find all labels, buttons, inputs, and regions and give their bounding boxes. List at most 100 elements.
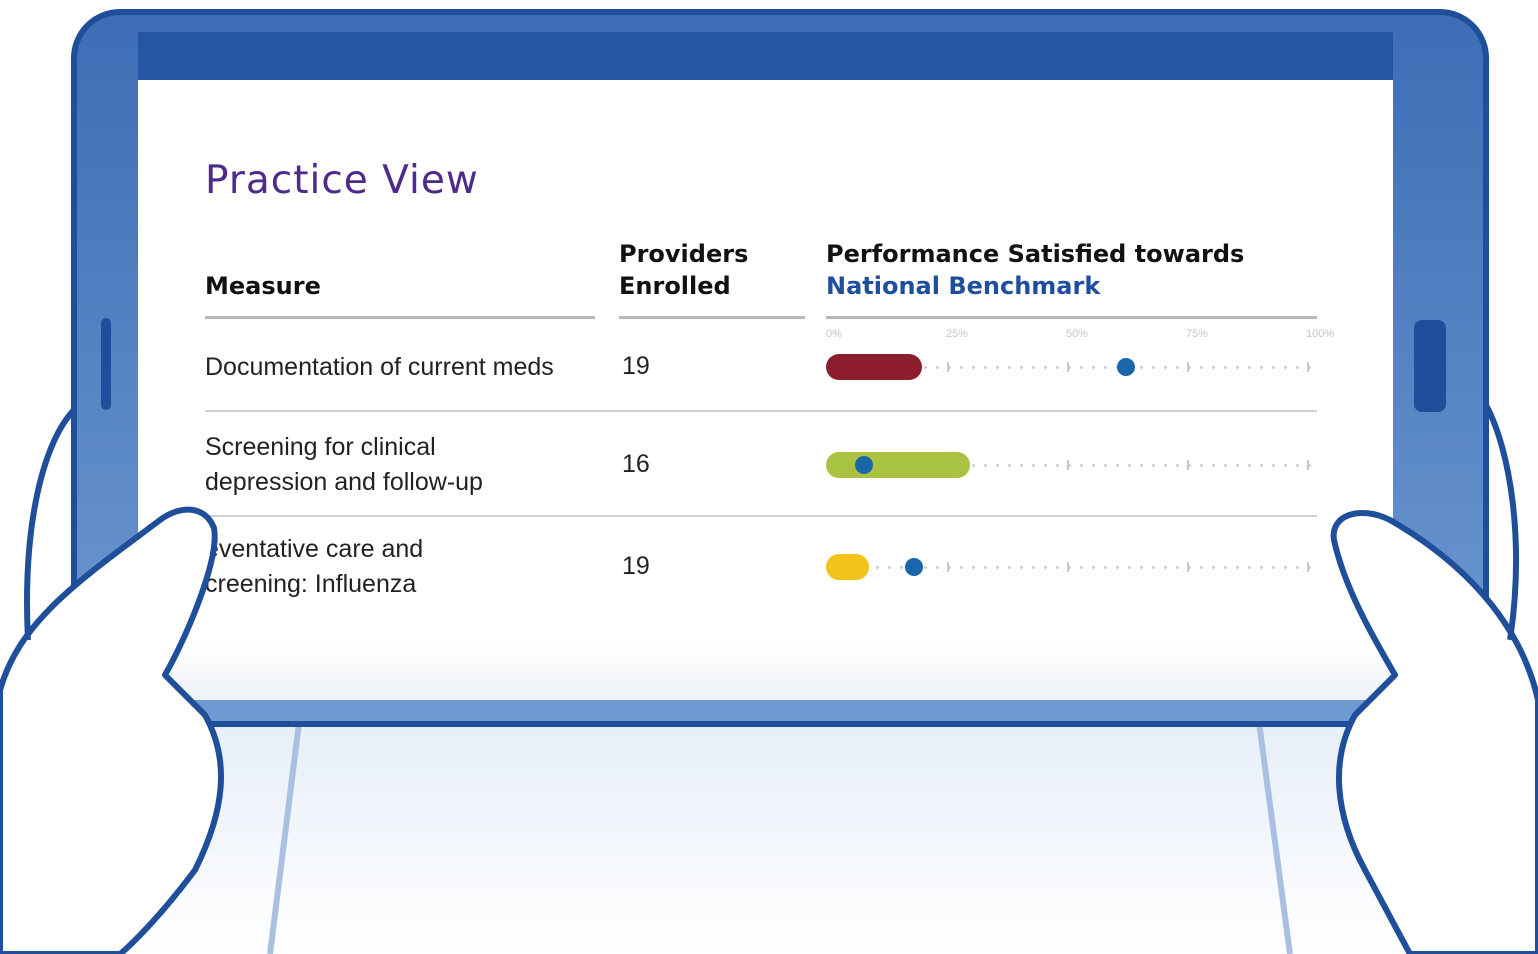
track-tick [1307,562,1309,572]
performance-header-line2: National Benchmark [826,272,1101,300]
track-dot [972,366,975,369]
track-dot [1056,566,1059,569]
track-dot [1176,366,1179,369]
measure-name: Documentation of current meds [205,350,565,385]
track-dot [1176,464,1179,467]
track-tick [1307,460,1309,470]
track-dot [1200,464,1203,467]
track-dot [1260,464,1263,467]
track-dot [984,566,987,569]
track-dot [936,366,939,369]
track-dot [1272,366,1275,369]
track-dot [1020,566,1023,569]
track-dot [1260,566,1263,569]
axis-tick-label: 75% [1186,328,1209,340]
track-dot [1200,366,1203,369]
track-dot [1284,366,1287,369]
track-tick [1187,460,1189,470]
track-dot [1164,566,1167,569]
track-dot [1140,566,1143,569]
column-header-providers: Providers Enrolled [619,238,748,302]
track-dot [1140,366,1143,369]
track-tick [1187,562,1189,572]
performance-bar [826,354,922,380]
track-tick [1067,460,1069,470]
track-dot [1152,366,1155,369]
track-dot [1284,464,1287,467]
track-dot [1248,464,1251,467]
measure-name: eventative care and creening: Influenza [205,532,565,602]
performance-header-line1: Performance Satisfied towards [826,240,1245,268]
measure-name-line: depression and follow-up [205,468,483,496]
providers-header-line1: Providers [619,240,749,268]
performance-bar [826,452,970,478]
track-dot [1296,464,1299,467]
track-dot [1020,464,1023,467]
track-dot [1212,366,1215,369]
track-dot [1080,366,1083,369]
track-dot [1056,464,1059,467]
track-dot [1212,464,1215,467]
track-dot [972,464,975,467]
track-dot [876,566,879,569]
track-dot [1272,566,1275,569]
track-dot [1116,464,1119,467]
header-rule-performance [826,316,1317,319]
track-dot [1284,566,1287,569]
track-dot [1248,366,1251,369]
track-dot [1092,566,1095,569]
measure-name-line: Screening for clinical [205,433,436,461]
track-dot [1140,464,1143,467]
row-divider [205,410,1317,412]
track-dot [1044,464,1047,467]
track-dot [1116,566,1119,569]
track-dot [1296,566,1299,569]
track-dot [924,366,927,369]
track-tick [947,362,949,372]
benchmark-dot [855,456,873,474]
providers-enrolled-value: 19 [622,352,650,380]
track-dot [1092,366,1095,369]
measure-name-line: creening: Influenza [205,570,417,598]
row-divider [205,515,1317,517]
track-dot [936,566,939,569]
track-dot [1020,366,1023,369]
performance-bar [826,554,870,580]
track-dot [960,366,963,369]
track-tick [1307,362,1309,372]
track-dot [1104,566,1107,569]
track-dot [996,366,999,369]
track-dot [1008,464,1011,467]
screen-shade [138,640,1393,700]
track-dot [1212,566,1215,569]
track-dot [1152,464,1155,467]
track-dot [1104,464,1107,467]
track-dot [1080,566,1083,569]
track-dot [1236,464,1239,467]
axis-tick-label: 25% [946,328,969,340]
track-dot [1272,464,1275,467]
track-dot [1176,566,1179,569]
track-dot [924,566,927,569]
track-dot [1200,566,1203,569]
track-dot [1044,566,1047,569]
axis-tick-label: 50% [1066,328,1089,340]
track-dot [1032,366,1035,369]
track-dot [984,366,987,369]
track-dot [1248,566,1251,569]
track-dot [1224,464,1227,467]
header-rule-measure [205,316,595,319]
track-tick [1067,362,1069,372]
axis-tick-label: 0% [826,328,842,340]
axis-tick-label: 100% [1306,328,1335,340]
track-tick [1067,562,1069,572]
track-dot [1164,366,1167,369]
track-dot [1260,366,1263,369]
benchmark-dot [905,558,924,576]
column-header-measure: Measure [205,272,321,300]
measure-name: Screening for clinical depression and fol… [205,430,565,500]
track-dot [1056,366,1059,369]
track-dot [1128,566,1131,569]
track-dot [1080,464,1083,467]
page-title: Practice View [205,158,479,203]
